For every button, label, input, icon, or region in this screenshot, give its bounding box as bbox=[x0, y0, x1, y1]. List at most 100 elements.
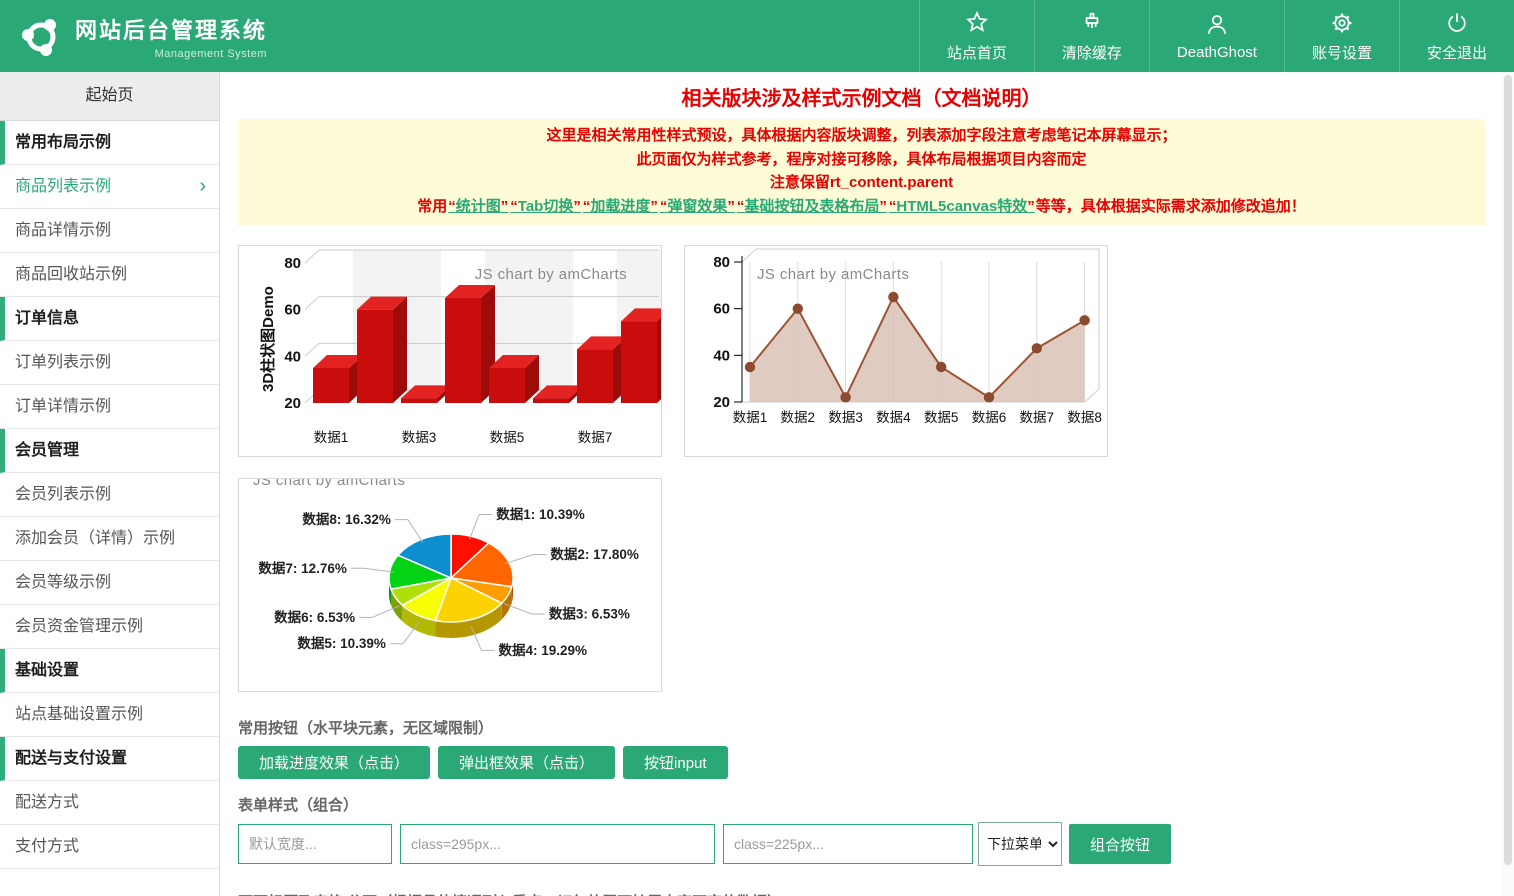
nav-label: 账号设置 bbox=[1312, 42, 1372, 63]
svg-text:数据6: 数据6 bbox=[972, 410, 1007, 425]
chevron-right-icon: › bbox=[199, 165, 206, 208]
sidebar-item-member-add[interactable]: 添加会员（详情）示例 bbox=[0, 517, 219, 561]
notice-line-3: 注意保留rt_content.parent bbox=[238, 171, 1485, 195]
svg-text:40: 40 bbox=[713, 347, 730, 364]
nav-user-account[interactable]: DeathGhost bbox=[1149, 0, 1284, 72]
sidebar-item-member-level[interactable]: 会员等级示例 bbox=[0, 561, 219, 605]
notice-link-modal[interactable]: “弹窗效果” bbox=[660, 198, 735, 215]
svg-text:20: 20 bbox=[713, 394, 730, 411]
page-title: 相关版块涉及样式示例文档（文档说明） bbox=[238, 82, 1485, 111]
svg-text:数据1: 数据1 bbox=[314, 430, 349, 445]
input-button[interactable]: 按钮input bbox=[623, 746, 728, 779]
svg-text:数据1: 数据1 bbox=[733, 410, 768, 425]
svg-text:40: 40 bbox=[284, 348, 301, 365]
app-subtitle: Management System bbox=[75, 48, 267, 60]
svg-text:20: 20 bbox=[284, 395, 301, 412]
svg-text:数据3: 数据3 bbox=[402, 430, 437, 445]
notice-box: 这里是相关常用性样式预设，具体根据内容版块调整，列表添加字段注意考虑笔记本屏幕显… bbox=[238, 119, 1485, 226]
width-295-input[interactable] bbox=[400, 824, 715, 864]
buttons-section-heading: 常用按钮（水平块元素，无区域限制） bbox=[238, 717, 1485, 738]
pie-chart-panel: 数据1: 10.39%数据2: 17.80%数据3: 6.53%数据4: 19.… bbox=[238, 478, 662, 692]
svg-text:数据2: 17.80%: 数据2: 17.80% bbox=[550, 546, 639, 562]
header-nav: 站点首页 清除缓存 DeathGhost bbox=[919, 0, 1514, 72]
main-content: 相关版块涉及样式示例文档（文档说明） 这里是相关常用性样式预设，具体根据内容版块… bbox=[221, 72, 1502, 896]
sidebar-item-member-list[interactable]: 会员列表示例 bbox=[0, 473, 219, 517]
form-section-heading: 表单样式（组合） bbox=[238, 794, 1485, 815]
svg-text:数据5: 数据5 bbox=[924, 410, 959, 425]
svg-text:数据4: 19.29%: 数据4: 19.29% bbox=[499, 642, 588, 658]
nav-label: DeathGhost bbox=[1177, 44, 1257, 61]
svg-text:JS chart by amCharts: JS chart by amCharts bbox=[475, 266, 627, 283]
logo-icon bbox=[18, 13, 64, 59]
form-row: 下拉菜单 组合按钮 bbox=[238, 822, 1485, 866]
nav-label: 安全退出 bbox=[1427, 42, 1487, 63]
svg-text:数据7: 12.76%: 数据7: 12.76% bbox=[258, 560, 347, 576]
svg-text:60: 60 bbox=[713, 301, 730, 318]
notice-line-2: 此页面仅为样式参考，程序对接可移除，具体布局根据项目内容而定 bbox=[238, 148, 1485, 172]
bar-chart-panel: 20 40 60 80 数据1 数据3 数据5 数据7 3D柱状图Demo JS chart by… bbox=[238, 245, 662, 457]
scrollbar-thumb[interactable] bbox=[1504, 75, 1512, 865]
table-section-heading: 页面标题及表格/分页（根据具体情况列入重点，切勿放置可扩展内容不定的数据） bbox=[238, 891, 1485, 896]
svg-text:数据7: 数据7 bbox=[1020, 410, 1055, 425]
svg-text:数据1: 10.39%: 数据1: 10.39% bbox=[496, 506, 585, 522]
app-title: 网站后台管理系统 bbox=[75, 13, 267, 45]
sidebar-item-payment-method[interactable]: 支付方式 bbox=[0, 825, 219, 869]
sidebar-item-order-detail[interactable]: 订单详情示例 bbox=[0, 385, 219, 429]
sidebar-item-order-list[interactable]: 订单列表示例 bbox=[0, 341, 219, 385]
svg-text:3D柱状图Demo: 3D柱状图Demo bbox=[259, 286, 277, 392]
user-icon bbox=[1204, 12, 1230, 38]
svg-text:数据7: 数据7 bbox=[578, 430, 613, 445]
sidebar-group-shipping-payment[interactable]: 配送与支付设置 bbox=[0, 737, 219, 781]
line-chart: 20406080数据1数据2数据3数据4数据5数据6数据7数据8JS chart… bbox=[685, 246, 1107, 456]
notice-link-button-table[interactable]: “基础按钮及表格布局” bbox=[737, 198, 887, 215]
nav-account-settings[interactable]: 账号设置 bbox=[1284, 0, 1399, 72]
nav-label: 清除缓存 bbox=[1062, 42, 1122, 63]
svg-text:数据2: 数据2 bbox=[781, 410, 816, 425]
notice-line-1: 这里是相关常用性样式预设，具体根据内容版块调整，列表添加字段注意考虑笔记本屏幕显… bbox=[238, 124, 1485, 148]
sidebar-item-product-recycle[interactable]: 商品回收站示例 bbox=[0, 253, 219, 297]
nav-label: 站点首页 bbox=[947, 42, 1007, 63]
popup-effect-button[interactable]: 弹出框效果（点击） bbox=[438, 746, 615, 779]
sidebar-item-product-detail[interactable]: 商品详情示例 bbox=[0, 209, 219, 253]
default-width-input[interactable] bbox=[238, 824, 392, 864]
loading-progress-button[interactable]: 加载进度效果（点击） bbox=[238, 746, 430, 779]
notice-link-canvas[interactable]: “HTML5canvas特效” bbox=[889, 198, 1035, 215]
svg-text:数据5: 数据5 bbox=[490, 430, 525, 445]
dropdown-select[interactable]: 下拉菜单 bbox=[978, 822, 1062, 866]
notice-link-chart[interactable]: “统计图” bbox=[448, 198, 508, 215]
sidebar-item-shipping-method[interactable]: 配送方式 bbox=[0, 781, 219, 825]
svg-text:数据8: 16.32%: 数据8: 16.32% bbox=[302, 511, 391, 527]
svg-text:60: 60 bbox=[284, 302, 301, 319]
sidebar-home-link[interactable]: 起始页 bbox=[0, 72, 219, 121]
nav-site-home[interactable]: 站点首页 bbox=[919, 0, 1034, 72]
pie-chart: 数据1: 10.39%数据2: 17.80%数据3: 6.53%数据4: 19.… bbox=[239, 479, 661, 691]
line-chart-panel: 20406080数据1数据2数据3数据4数据5数据6数据7数据8JS chart… bbox=[684, 245, 1108, 457]
notice-line-4: 常用“统计图”“Tab切换”“加载进度”“弹窗效果”“基础按钮及表格布局”“HT… bbox=[238, 195, 1485, 219]
top-header-bar: 网站后台管理系统 Management System 站点首页 清除缓存 bbox=[0, 0, 1514, 72]
sidebar-group-order-info[interactable]: 订单信息 bbox=[0, 297, 219, 341]
notice-link-tab[interactable]: “Tab切换” bbox=[510, 198, 581, 215]
bar-chart: 20 40 60 80 数据1 数据3 数据5 数据7 3D柱状图Demo JS chart by… bbox=[239, 246, 661, 456]
star-icon bbox=[964, 10, 990, 36]
svg-text:JS chart by amCharts: JS chart by amCharts bbox=[757, 266, 909, 283]
sidebar-group-basic-settings[interactable]: 基础设置 bbox=[0, 649, 219, 693]
buttons-row: 加载进度效果（点击） 弹出框效果（点击） 按钮input bbox=[238, 746, 1485, 779]
app-logo: 网站后台管理系统 Management System bbox=[0, 13, 267, 60]
nav-clear-cache[interactable]: 清除缓存 bbox=[1034, 0, 1149, 72]
sidebar-menu: 常用布局示例 商品列表示例 › 商品详情示例 商品回收站示例 订单信息 订单列表… bbox=[0, 121, 219, 869]
width-225-input[interactable] bbox=[723, 824, 973, 864]
sidebar-item-site-settings[interactable]: 站点基础设置示例 bbox=[0, 693, 219, 737]
svg-text:数据6: 6.53%: 数据6: 6.53% bbox=[274, 609, 355, 625]
combo-button[interactable]: 组合按钮 bbox=[1069, 824, 1171, 864]
svg-text:JS chart by amCharts: JS chart by amCharts bbox=[253, 479, 405, 489]
svg-text:80: 80 bbox=[284, 255, 301, 272]
nav-logout[interactable]: 安全退出 bbox=[1399, 0, 1514, 72]
sidebar-item-product-list[interactable]: 商品列表示例 › bbox=[0, 165, 219, 209]
svg-text:80: 80 bbox=[713, 254, 730, 271]
svg-text:数据5: 10.39%: 数据5: 10.39% bbox=[297, 635, 386, 651]
sidebar-group-member-mgmt[interactable]: 会员管理 bbox=[0, 429, 219, 473]
charts-row: 20 40 60 80 数据1 数据3 数据5 数据7 3D柱状图Demo JS chart by… bbox=[238, 245, 1485, 457]
sidebar-item-member-funds[interactable]: 会员资金管理示例 bbox=[0, 605, 219, 649]
sidebar-group-layout-examples[interactable]: 常用布局示例 bbox=[0, 121, 219, 165]
notice-link-progress[interactable]: “加载进度” bbox=[583, 198, 658, 215]
